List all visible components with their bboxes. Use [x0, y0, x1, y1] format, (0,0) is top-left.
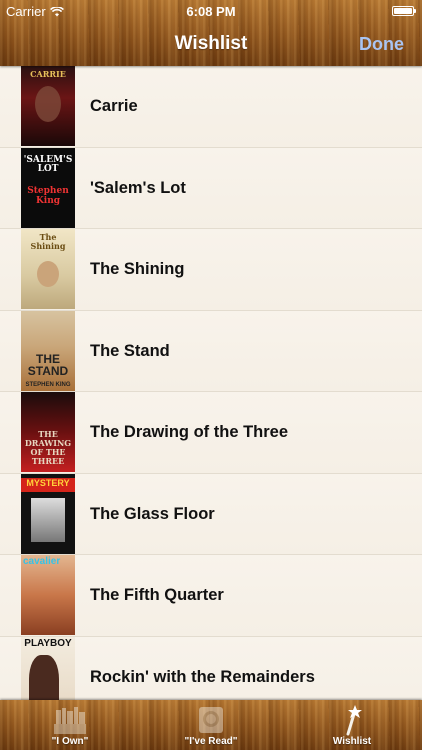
book-cover-image: THE DRAWING OF THE THREE [21, 392, 75, 472]
book-cover-image: 'SALEM'S LOT Stephen King [21, 147, 75, 228]
book-cover-image: MYSTERY [21, 473, 75, 554]
book-cover-image: CARRIE [21, 66, 75, 146]
list-item[interactable]: CARRIE Carrie [0, 66, 422, 148]
cover-title: The Shining [30, 232, 66, 251]
book-cover-image: PLAYBOY [21, 636, 75, 700]
cover-author: STEPHEN KING [25, 381, 71, 388]
book-cover-image: cavalier [21, 555, 75, 635]
tab-label: "I Own" [51, 736, 89, 747]
cover-title: cavalier [23, 556, 61, 567]
book-cover-image: The Shining [21, 229, 75, 309]
battery-icon [392, 6, 416, 16]
list-item[interactable]: cavalier The Fifth Quarter [0, 555, 422, 637]
open-book-icon [199, 707, 223, 733]
cover-title: THE DRAWING OF THE THREE [24, 429, 72, 466]
list-item[interactable]: PLAYBOY Rockin' with the Remainders [0, 636, 422, 700]
wishlist-table: CARRIE Carrie 'SALEM'S LOT Stephen King … [0, 66, 422, 700]
list-item[interactable]: 'SALEM'S LOT Stephen King 'Salem's Lot [0, 147, 422, 229]
tab-label: Wishlist [332, 736, 372, 747]
book-title: The Glass Floor [90, 504, 215, 523]
done-button[interactable]: Done [359, 34, 404, 55]
book-title: Carrie [90, 97, 138, 115]
tab-ive-read[interactable]: "I've Read" [141, 700, 281, 750]
cover-author: Stephen King [27, 185, 69, 206]
magic-wand-icon [346, 705, 362, 736]
cover-title: PLAYBOY [24, 637, 72, 649]
list-item[interactable]: MYSTERY The Glass Floor [0, 473, 422, 555]
book-title: The Drawing of the Three [90, 423, 289, 441]
tab-bar: "I Own" "I've Read" Wishlist [0, 700, 422, 750]
book-title: The Stand [90, 341, 170, 360]
book-title: Rockin' with the Remainders [90, 667, 315, 686]
list-item[interactable]: THE DRAWING OF THE THREE The Drawing of … [0, 392, 422, 474]
navigation-bar: Carrier 6:08 PM Wishlist Done [0, 0, 422, 66]
tab-wishlist[interactable]: Wishlist [282, 700, 422, 750]
status-bar: Carrier 6:08 PM [0, 0, 422, 22]
cover-title: THE STAND [27, 351, 69, 378]
book-title: 'Salem's Lot [90, 178, 186, 197]
cover-title: MYSTERY [26, 477, 70, 488]
list-item[interactable]: THE STAND STEPHEN KING The Stand [0, 310, 422, 392]
cover-title: CARRIE [30, 69, 66, 79]
bookshelf-icon [54, 707, 86, 734]
book-title: The Shining [90, 260, 185, 278]
book-title: The Fifth Quarter [90, 586, 224, 604]
list-item[interactable]: The Shining The Shining [0, 229, 422, 311]
tab-label: "I've Read" [184, 736, 238, 747]
tab-i-own[interactable]: "I Own" [0, 700, 140, 750]
cover-title: 'SALEM'S LOT [23, 154, 73, 174]
status-time: 6:08 PM [186, 4, 236, 19]
book-cover-image: THE STAND STEPHEN KING [21, 310, 75, 391]
